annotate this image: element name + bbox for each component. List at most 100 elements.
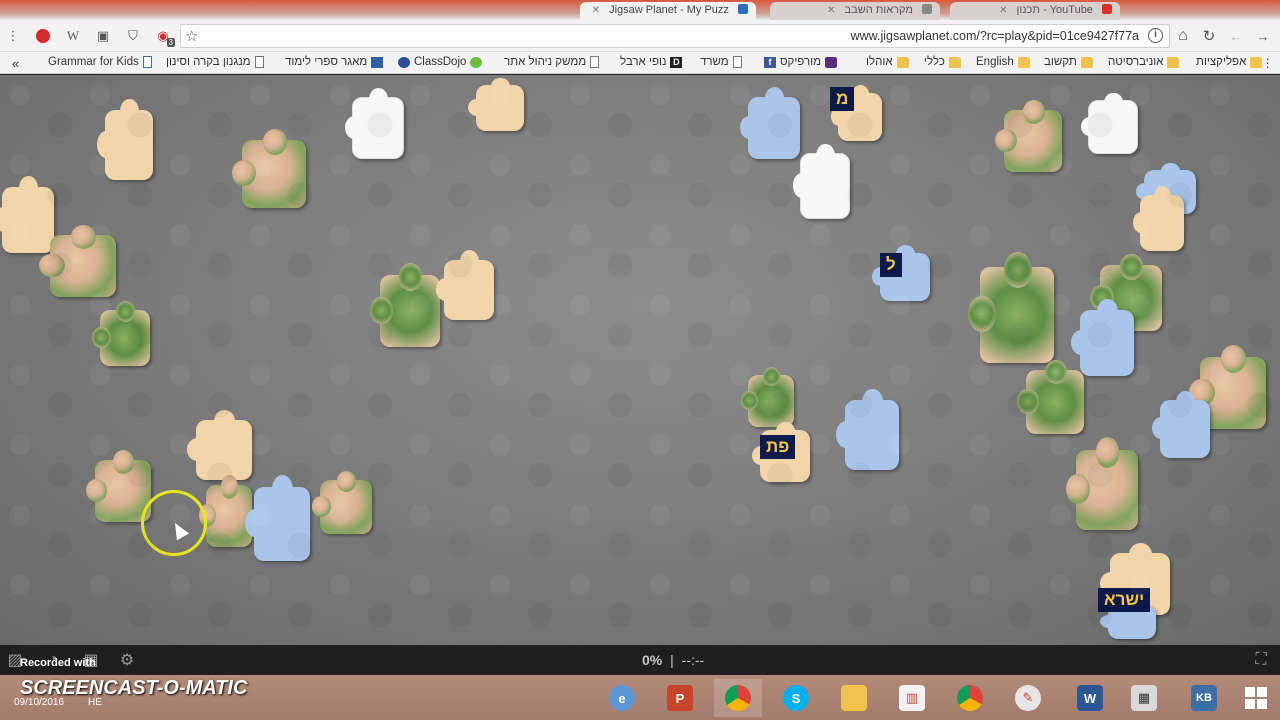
- puzzle-piece[interactable]: [739, 87, 800, 159]
- puzzle-piece[interactable]: [793, 143, 850, 219]
- bookmark-label: משרד: [700, 56, 729, 68]
- forward-icon[interactable]: →: [1254, 27, 1272, 45]
- puzzle-piece[interactable]: [968, 251, 1054, 363]
- taskbar-word[interactable]: W: [1066, 679, 1114, 717]
- folder-icon: [1167, 56, 1180, 68]
- bookmark-general[interactable]: כללי: [924, 56, 961, 68]
- jigsaw-favicon-icon: [738, 4, 748, 14]
- bookmarks-bar: « Grammar for Kids מנגנון בקרה וסינון מא…: [0, 52, 1280, 74]
- bookmark-grammar-for-kids[interactable]: Grammar for Kids: [48, 56, 152, 68]
- taskbar-start[interactable]: [1232, 679, 1280, 717]
- puzzle-piece[interactable]: [1066, 437, 1138, 530]
- puzzle-piece[interactable]: [97, 98, 153, 180]
- tab-second[interactable]: מקראות השבב ✕: [770, 2, 940, 20]
- puzzle-piece[interactable]: [836, 388, 899, 470]
- paint-icon: ✎: [1015, 685, 1041, 711]
- bookmark-textbooks[interactable]: מאגר ספרי לימוד: [285, 56, 384, 68]
- skype-icon: S: [783, 685, 809, 711]
- puzzle-piece[interactable]: [345, 88, 404, 159]
- bookmark-label: ClassDojo: [414, 56, 467, 68]
- puzzle-piece[interactable]: [311, 471, 372, 534]
- bookmarks-more-icon[interactable]: ⋮: [1262, 56, 1274, 70]
- tab-title: Jigsaw Planet - My Puzz: [609, 4, 729, 16]
- bookmark-apps[interactable]: אפליקציות: [1196, 56, 1263, 68]
- back-icon[interactable]: ←: [1227, 27, 1245, 45]
- tab-youtube[interactable]: YouTube - תכנון ✕: [950, 2, 1120, 20]
- puzzle-piece[interactable]: [1071, 299, 1134, 376]
- site-info-icon[interactable]: i: [1148, 28, 1163, 43]
- close-tab-icon[interactable]: ✕: [999, 5, 1007, 16]
- home-icon[interactable]: ⌂: [1174, 27, 1192, 45]
- bookmark-control[interactable]: מנגנון בקרה וסינון: [166, 56, 264, 68]
- address-bar[interactable]: ☆ www.jigsawplanet.com/?rc=play&pid=01ce…: [180, 24, 1170, 48]
- puzzle-piece[interactable]: [39, 225, 116, 297]
- bookmark-classdojo[interactable]: ClassDojo: [398, 56, 483, 68]
- browser-toolbar: ⋮ W ▣ ⛉ ◉ 3 ☆ www.jigsawplanet.com/?rc=pl…: [0, 20, 1280, 52]
- puzzle-piece[interactable]: [1081, 92, 1138, 154]
- tab-jigsaw-planet[interactable]: Jigsaw Planet - My Puzz ✕: [580, 2, 756, 20]
- label-piece-yisra[interactable]: ישרא: [1098, 588, 1151, 612]
- quizlet-icon: [398, 56, 410, 68]
- bookmark-arbel[interactable]: נופי ארבל D: [620, 56, 683, 68]
- bookmark-university[interactable]: אוניברסיטה: [1108, 56, 1180, 68]
- page-favicon-icon: [922, 4, 932, 14]
- puzzle-piece[interactable]: [1132, 186, 1184, 251]
- puzzle-piece[interactable]: [92, 301, 150, 366]
- puzzle-piece[interactable]: [245, 475, 310, 561]
- progress-separator: |: [670, 652, 674, 668]
- bookmarks-overflow-icon[interactable]: «: [12, 56, 19, 71]
- system-language[interactable]: HE: [88, 697, 102, 708]
- bookmark-star-icon[interactable]: ☆: [185, 27, 198, 45]
- bookmark-ohalo[interactable]: אוהלו: [866, 56, 909, 68]
- label-piece-pet[interactable]: פת: [760, 435, 796, 459]
- close-tab-icon[interactable]: ✕: [592, 5, 600, 16]
- tab-title: מקראות השבב: [844, 4, 913, 16]
- label-piece-lamed[interactable]: ל: [880, 253, 902, 277]
- progress-percent: 0%: [642, 652, 663, 668]
- bookmark-site-admin[interactable]: ממשק ניהול אתר: [504, 56, 600, 68]
- taskbar-popcorn[interactable]: ▥: [888, 679, 936, 717]
- taskbar-ie[interactable]: e: [598, 679, 646, 717]
- label-piece-mem[interactable]: מ: [830, 87, 855, 111]
- taskbar-skype[interactable]: S: [772, 679, 820, 717]
- notification-extension-icon[interactable]: ◉ 3: [154, 27, 175, 47]
- bookmark-ministry[interactable]: משרד: [700, 56, 742, 68]
- puzzle-piece[interactable]: [187, 410, 252, 480]
- settings-gear-icon[interactable]: ⚙: [116, 650, 138, 670]
- puzzle-piece[interactable]: [994, 100, 1062, 172]
- book-icon: [371, 56, 384, 68]
- puzzle-piece[interactable]: [370, 263, 440, 347]
- puzzle-piece[interactable]: [0, 176, 54, 253]
- record-extension-icon[interactable]: [34, 27, 52, 45]
- fullscreen-icon[interactable]: ⛶: [1250, 650, 1272, 670]
- taskbar-chrome[interactable]: [714, 679, 762, 717]
- bookmark-ict[interactable]: תקשוב: [1044, 56, 1093, 68]
- screenshot-extension-icon[interactable]: ▣: [94, 27, 112, 45]
- puzzle-status-bar: ▨ ◔ ▦ ⚙ Recorded with 0% | --:-- ⛶: [0, 645, 1280, 675]
- reload-icon[interactable]: ↻: [1200, 27, 1218, 45]
- menu-dots-icon[interactable]: ⋮: [4, 27, 22, 45]
- taskbar-calculator[interactable]: ▦: [1120, 679, 1168, 717]
- taskbar-keyboard[interactable]: KB: [1180, 679, 1228, 717]
- taskbar-file-explorer[interactable]: [830, 679, 878, 717]
- wikipedia-extension-icon[interactable]: W: [64, 27, 82, 45]
- puzzle-board[interactable]: מ ל פת ישרא: [0, 75, 1280, 645]
- puzzle-piece[interactable]: [1152, 390, 1210, 458]
- puzzle-piece[interactable]: [1016, 359, 1084, 434]
- bookmark-morfix[interactable]: f מורפיקס: [764, 56, 838, 68]
- close-tab-icon[interactable]: ✕: [827, 5, 835, 16]
- puzzle-piece[interactable]: [740, 366, 794, 427]
- puzzle-piece[interactable]: [231, 129, 306, 208]
- bookmark-english[interactable]: English: [976, 56, 1030, 68]
- bookmark-label: אפליקציות: [1196, 56, 1247, 68]
- calculator-icon: ▦: [1131, 685, 1157, 711]
- page-icon: [732, 56, 742, 68]
- puzzle-piece[interactable]: [436, 250, 494, 320]
- tab-title: YouTube - תכנון: [1016, 4, 1093, 16]
- chrome-icon: [957, 685, 983, 711]
- puzzle-piece[interactable]: [468, 77, 524, 131]
- taskbar-paint[interactable]: ✎: [1004, 679, 1052, 717]
- taskbar-chrome-2[interactable]: [946, 679, 994, 717]
- shield-extension-icon[interactable]: ⛉: [124, 27, 142, 45]
- taskbar-powerpoint[interactable]: P: [656, 679, 704, 717]
